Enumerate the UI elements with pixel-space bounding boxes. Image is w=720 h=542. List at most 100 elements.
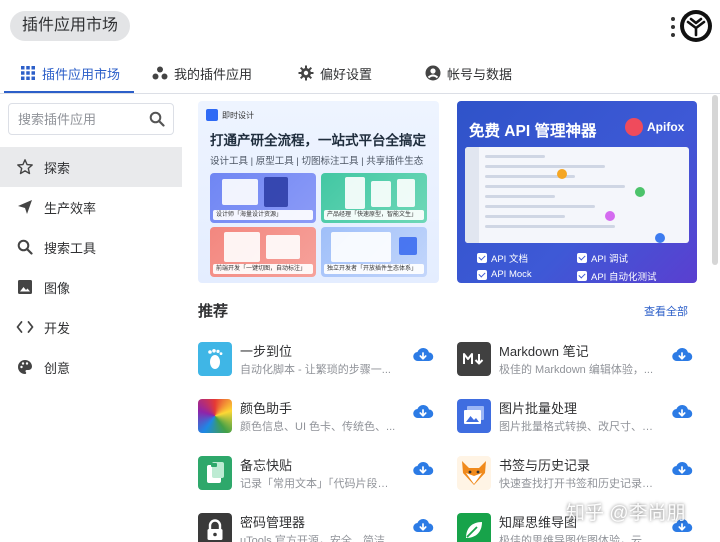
banner-title: 免费 API 管理神器 bbox=[469, 123, 597, 140]
color-palette-icon bbox=[198, 399, 232, 433]
plugin-item[interactable]: 图片批量处理 图片批量格式转换、改尺寸、裁... bbox=[457, 395, 715, 443]
main-scrollbar[interactable] bbox=[712, 95, 718, 265]
grid-icon bbox=[20, 65, 36, 81]
banner-brand: 即时设计 bbox=[206, 109, 254, 121]
search-icon bbox=[16, 238, 34, 256]
tab-label: 插件应用市场 bbox=[42, 66, 121, 82]
search-icon[interactable] bbox=[149, 111, 165, 127]
tab-plugin-market[interactable]: 插件应用市场 bbox=[20, 52, 120, 94]
tab-label: 帐号与数据 bbox=[447, 66, 513, 82]
clipboard-icon bbox=[198, 456, 232, 490]
sidebar-item-productivity[interactable]: 生产效率 bbox=[0, 187, 182, 227]
cloud-download-icon[interactable] bbox=[412, 403, 434, 421]
cloud-download-icon[interactable] bbox=[671, 460, 693, 478]
plugin-description: 快速查找打开书签和历史记录，... bbox=[499, 478, 657, 490]
plugin-name: 颜色助手 bbox=[240, 401, 293, 416]
promo-banner-apifox[interactable]: 免费 API 管理神器 Apifox API 文档 API 调试 API Moc… bbox=[457, 101, 697, 283]
plugin-item[interactable]: Markdown 笔记 极佳的 Markdown 编辑体验，... bbox=[457, 338, 715, 386]
plugin-description: 颜色信息、UI 色卡、传统色、... bbox=[240, 421, 396, 433]
palette-icon bbox=[16, 358, 34, 376]
plugin-item[interactable]: 一步到位 自动化脚本 - 让繁琐的步骤一... bbox=[198, 338, 456, 386]
view-all-link[interactable]: 查看全部 bbox=[644, 303, 688, 319]
tab-preferences[interactable]: 偏好设置 bbox=[298, 52, 372, 94]
lock-icon bbox=[198, 513, 232, 542]
banner-card-caption: 设计师「海量设计资源」 bbox=[213, 210, 313, 220]
cloud-download-icon[interactable] bbox=[671, 403, 693, 421]
tab-account-data[interactable]: 帐号与数据 bbox=[425, 52, 512, 94]
cloud-download-icon[interactable] bbox=[412, 460, 434, 478]
plugin-item[interactable]: 备忘快贴 记录「常用文本」「代码片段」「图... bbox=[198, 452, 456, 500]
watermark-text: 知乎 @李尚朋 bbox=[566, 503, 686, 524]
more-vertical-icon[interactable] bbox=[668, 14, 678, 40]
cloud-download-icon[interactable] bbox=[412, 517, 434, 535]
sidebar-item-explore[interactable]: 探索 bbox=[0, 147, 182, 187]
sidebar-item-development[interactable]: 开发 bbox=[0, 307, 182, 347]
banner-subtitle: 设计工具 | 原型工具 | 切图标注工具 | 共享插件生态 bbox=[210, 156, 424, 167]
image-icon bbox=[16, 278, 34, 296]
plugin-item[interactable]: 书签与历史记录 快速查找打开书签和历史记录，... bbox=[457, 452, 715, 500]
plugin-name: 书签与历史记录 bbox=[499, 458, 591, 473]
cloud-download-icon[interactable] bbox=[671, 346, 693, 364]
active-tab-indicator bbox=[4, 91, 134, 93]
sidebar-item-label: 创意 bbox=[44, 360, 71, 376]
gear-icon bbox=[298, 65, 314, 81]
plugin-name: Markdown 笔记 bbox=[499, 344, 589, 359]
sidebar-item-label: 探索 bbox=[44, 160, 71, 176]
check-icon bbox=[477, 253, 487, 263]
feature-api-docs: API 文档 bbox=[477, 251, 528, 265]
sidebar-item-label: 生产效率 bbox=[44, 200, 97, 216]
sidebar-item-search-tools[interactable]: 搜索工具 bbox=[0, 227, 182, 267]
category-nav: 探索 生产效率 搜索工具 图像 开发 创意 bbox=[0, 147, 182, 387]
tab-my-plugins[interactable]: 我的插件应用 bbox=[152, 52, 252, 94]
banner-card-caption: 前端开发「一键切图，自动标注」 bbox=[213, 264, 313, 274]
plugin-name: 备忘快贴 bbox=[240, 458, 293, 473]
apifox-logo-icon bbox=[625, 118, 643, 136]
plugin-description: 极佳的 Markdown 编辑体验，... bbox=[499, 364, 654, 376]
tab-label: 我的插件应用 bbox=[174, 66, 253, 82]
code-icon bbox=[16, 318, 34, 336]
plugin-description: uTools 官方开源，安全、简洁... bbox=[240, 535, 395, 542]
top-bar: 插件应用市场 bbox=[0, 0, 720, 52]
sidebar-item-creative[interactable]: 创意 bbox=[0, 347, 182, 387]
feature-label: API Mock bbox=[491, 269, 532, 280]
plugin-description: 自动化脚本 - 让繁琐的步骤一... bbox=[240, 364, 391, 376]
sidebar-item-label: 搜索工具 bbox=[44, 240, 97, 256]
tab-label: 偏好设置 bbox=[320, 66, 373, 82]
search-input[interactable] bbox=[9, 104, 149, 134]
banner-card-designer: 设计师「海量设计资源」 bbox=[210, 173, 316, 223]
feature-api-autotest: API 自动化测试 bbox=[577, 269, 656, 283]
recommend-heading: 推荐 bbox=[198, 303, 229, 320]
banner-card-caption: 独立开发者「开放插件生态体系」 bbox=[324, 264, 424, 274]
account-icon bbox=[425, 65, 441, 81]
sidebar-item-label: 开发 bbox=[44, 320, 71, 336]
banner-card-indie-dev: 独立开发者「开放插件生态体系」 bbox=[321, 227, 427, 277]
plugin-name: 一步到位 bbox=[240, 344, 293, 359]
plugin-description: 极佳的思维导图作图体验，云端... bbox=[499, 535, 657, 542]
apifox-logo-text: Apifox bbox=[647, 120, 685, 134]
feature-label: API 调试 bbox=[591, 254, 628, 265]
footprint-icon bbox=[198, 342, 232, 376]
feature-label: API 自动化测试 bbox=[591, 272, 657, 283]
dots-cluster-icon bbox=[152, 65, 168, 81]
fox-icon bbox=[457, 456, 491, 490]
plugin-item[interactable]: 颜色助手 颜色信息、UI 色卡、传统色、... bbox=[198, 395, 456, 443]
banner-brand-name: 即时设计 bbox=[222, 110, 254, 120]
cloud-download-icon[interactable] bbox=[412, 346, 434, 364]
utools-logo-icon bbox=[684, 14, 708, 38]
avatar[interactable] bbox=[680, 10, 712, 42]
feature-api-mock: API Mock bbox=[477, 269, 532, 280]
sidebar-item-image[interactable]: 图像 bbox=[0, 267, 182, 307]
plugin-name: 密码管理器 bbox=[240, 515, 306, 530]
banner-card-frontend: 前端开发「一键切图，自动标注」 bbox=[210, 227, 316, 277]
image-batch-icon bbox=[457, 399, 491, 433]
app-title: 插件应用市场 bbox=[10, 11, 131, 41]
send-icon bbox=[16, 198, 34, 216]
promo-banner-jishi-design[interactable]: 即时设计 打通产研全流程，一站式平台全搞定 设计工具 | 原型工具 | 切图标注… bbox=[198, 101, 439, 283]
sidebar-item-label: 图像 bbox=[44, 280, 71, 296]
check-icon bbox=[577, 253, 587, 263]
app-window: 插件应用市场 插件应用市场 我的插件应用 偏好设置 帐号与数据 搜索插件应用 探… bbox=[0, 0, 720, 542]
plugin-item[interactable]: 密码管理器 uTools 官方开源，安全、简洁... bbox=[198, 509, 456, 542]
feature-api-debug: API 调试 bbox=[577, 251, 628, 265]
sidebar: 探索 生产效率 搜索工具 图像 开发 创意 bbox=[0, 95, 182, 542]
star-icon bbox=[16, 158, 34, 176]
